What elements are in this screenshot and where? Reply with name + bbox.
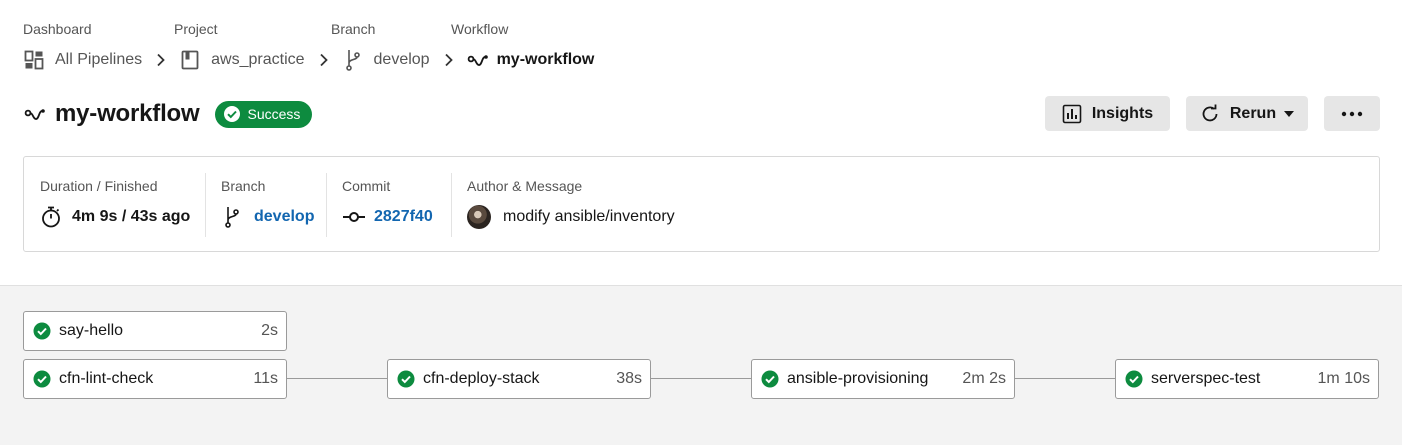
chevron-right-icon — [153, 52, 169, 68]
workflow-graph: say-hello 2s cfn-lint-check 11s cfn-depl… — [0, 285, 1402, 445]
caret-down-icon — [1284, 110, 1295, 117]
job-card-ansible-provisioning[interactable]: ansible-provisioning 2m 2s — [751, 359, 1015, 399]
status-badge: Success — [215, 100, 313, 128]
avatar — [467, 205, 491, 229]
commit-message: modify ansible/inventory — [503, 208, 675, 225]
status-label: Success — [247, 106, 301, 122]
breadcrumb-heading-branch: Branch — [331, 21, 376, 37]
duration-value-row: 4m 9s / 43s ago — [40, 206, 190, 228]
success-check-icon — [397, 370, 415, 388]
job-card-say-hello[interactable]: say-hello 2s — [23, 311, 287, 351]
breadcrumb: All Pipelines aws_practice develop my-wo… — [23, 47, 594, 73]
job-card-serverspec-test[interactable]: serverspec-test 1m 10s — [1115, 359, 1379, 399]
job-duration: 1m 10s — [1317, 370, 1370, 387]
page-title: my-workflow — [55, 100, 200, 127]
job-name: serverspec-test — [1151, 370, 1261, 387]
branch-value-row: develop — [221, 206, 314, 228]
divider — [326, 173, 327, 237]
job-name: cfn-lint-check — [59, 370, 154, 387]
breadcrumb-label: aws_practice — [211, 51, 305, 68]
duration-value: 4m 9s / 43s ago — [72, 208, 191, 225]
workflow-icon — [23, 102, 47, 126]
branch-icon — [342, 49, 364, 71]
branch-link[interactable]: develop — [254, 208, 314, 226]
refresh-icon — [1200, 104, 1220, 124]
project-icon — [179, 49, 201, 71]
rerun-button[interactable]: Rerun — [1186, 96, 1308, 131]
job-name: ansible-provisioning — [787, 370, 929, 387]
breadcrumb-label: All Pipelines — [55, 51, 143, 68]
more-options-button[interactable] — [1324, 96, 1380, 131]
commit-icon — [342, 206, 366, 228]
success-check-icon — [1125, 370, 1143, 388]
author-value-row: modify ansible/inventory — [467, 205, 675, 229]
insights-button[interactable]: Insights — [1045, 96, 1170, 131]
breadcrumb-label: my-workflow — [496, 51, 595, 68]
job-card-cfn-deploy-stack[interactable]: cfn-deploy-stack 38s — [387, 359, 651, 399]
chevron-right-icon — [441, 52, 457, 68]
breadcrumb-heading-project: Project — [174, 21, 218, 37]
breadcrumb-workflow: my-workflow — [467, 49, 595, 71]
more-icon — [1341, 111, 1363, 117]
job-duration: 2s — [261, 322, 278, 339]
author-label: Author & Message — [467, 178, 583, 194]
breadcrumb-heading-dashboard: Dashboard — [23, 21, 92, 37]
job-connector — [1015, 378, 1115, 379]
commit-value-row: 2827f40 — [342, 206, 433, 228]
job-name: cfn-deploy-stack — [423, 370, 540, 387]
divider — [205, 173, 206, 237]
page-header: my-workflow Success — [23, 98, 313, 130]
success-check-icon — [33, 322, 51, 340]
breadcrumb-branch[interactable]: develop — [342, 49, 430, 71]
bar-chart-icon — [1062, 104, 1082, 124]
dashboard-icon — [23, 49, 45, 71]
job-connector — [651, 378, 751, 379]
job-connector — [287, 378, 387, 379]
job-duration: 2m 2s — [962, 370, 1006, 387]
branch-icon — [221, 206, 243, 228]
success-check-icon — [761, 370, 779, 388]
breadcrumb-label: develop — [373, 51, 430, 68]
job-name: say-hello — [59, 322, 124, 339]
breadcrumb-heading-workflow: Workflow — [451, 21, 509, 37]
branch-label: Branch — [221, 178, 266, 194]
breadcrumb-all-pipelines[interactable]: All Pipelines — [23, 49, 142, 71]
job-duration: 38s — [616, 370, 642, 387]
divider — [451, 173, 452, 237]
success-check-icon — [33, 370, 51, 388]
duration-label: Duration / Finished — [40, 178, 158, 194]
pipeline-info-card: Duration / Finished 4m 9s / 43s ago Bran… — [23, 156, 1380, 252]
insights-label: Insights — [1091, 104, 1154, 122]
check-circle-icon — [223, 105, 241, 123]
commit-link[interactable]: 2827f40 — [374, 208, 433, 226]
workflow-icon — [467, 49, 489, 71]
job-card-cfn-lint-check[interactable]: cfn-lint-check 11s — [23, 359, 287, 399]
chevron-right-icon — [316, 52, 332, 68]
commit-label: Commit — [342, 178, 391, 194]
rerun-label: Rerun — [1229, 104, 1277, 122]
job-duration: 11s — [253, 370, 278, 387]
stopwatch-icon — [40, 206, 62, 228]
breadcrumb-project[interactable]: aws_practice — [179, 49, 305, 71]
